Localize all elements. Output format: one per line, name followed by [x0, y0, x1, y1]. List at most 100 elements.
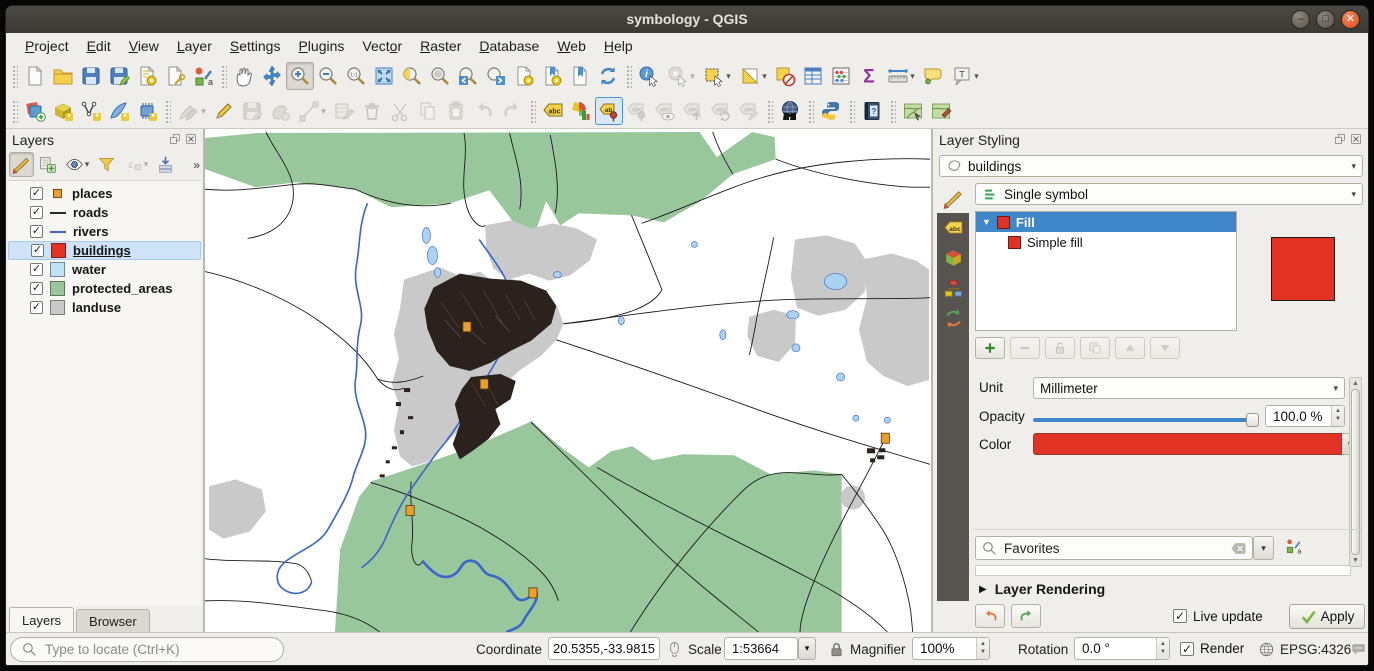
- statistical-summary-button[interactable]: Σ: [855, 62, 883, 90]
- plugin-map-1-button[interactable]: [899, 97, 927, 125]
- coordinate-input[interactable]: 20.5355,-33.9815: [548, 637, 660, 660]
- scroll-down-icon[interactable]: ▼: [1352, 557, 1359, 564]
- style-manager-button[interactable]: a: [189, 62, 217, 90]
- menu-raster[interactable]: Raster: [411, 35, 470, 57]
- opacity-slider-handle[interactable]: [1246, 413, 1259, 427]
- add-symbol-layer-button[interactable]: [975, 337, 1005, 359]
- multiedit-attributes-button[interactable]: [330, 97, 358, 125]
- chevron-down-icon[interactable]: ▾: [690, 71, 695, 82]
- expand-arrow-icon[interactable]: ▼: [982, 217, 991, 227]
- layer-item-buildings[interactable]: ✓buildings: [8, 241, 201, 260]
- float-panel-button[interactable]: [169, 132, 181, 148]
- measure-button[interactable]: ▾: [883, 62, 919, 90]
- styling-tab-diagrams[interactable]: [937, 273, 969, 303]
- new-project-button[interactable]: [21, 62, 49, 90]
- chevron-down-icon[interactable]: ▾: [85, 159, 90, 170]
- data-source-manager-button[interactable]: [21, 97, 49, 125]
- zoom-out-button[interactable]: [314, 62, 342, 90]
- toolbar-grip[interactable]: [11, 99, 18, 123]
- new-spatialite-layer-button[interactable]: **: [105, 97, 133, 125]
- window-close-button[interactable]: ✕: [1341, 10, 1360, 29]
- scroll-thumb[interactable]: [1351, 389, 1360, 555]
- symbol-tree-item[interactable]: ▼Fill: [976, 212, 1236, 232]
- menu-settings[interactable]: Settings: [221, 35, 290, 57]
- highlight-pinned-labels-button[interactable]: abc: [623, 97, 651, 125]
- new-geopackage-layer-button[interactable]: **: [49, 97, 77, 125]
- move-down-button[interactable]: [1150, 337, 1180, 359]
- layer-checkbox[interactable]: ✓: [31, 244, 44, 257]
- layer-checkbox[interactable]: ✓: [30, 301, 43, 314]
- layer-item-rivers[interactable]: ✓rivers: [8, 222, 201, 241]
- undo-style-button[interactable]: [975, 604, 1005, 628]
- show-bookmarks-button[interactable]: [566, 62, 594, 90]
- change-label-button[interactable]: abc: [735, 97, 763, 125]
- zoom-to-selection-button[interactable]: [398, 62, 426, 90]
- copy-features-button[interactable]: [414, 97, 442, 125]
- toolbar-grip[interactable]: [529, 99, 536, 123]
- layer-diagram-button[interactable]: [567, 97, 595, 125]
- zoom-to-layer-button[interactable]: [426, 62, 454, 90]
- close-panel-button[interactable]: [1350, 132, 1362, 148]
- more-tools-button[interactable]: »: [193, 158, 200, 172]
- toolbar-grip[interactable]: [766, 99, 773, 123]
- chevron-down-icon[interactable]: ▾: [726, 71, 731, 82]
- new-print-layout-button[interactable]: [133, 62, 161, 90]
- layer-item-protected_areas[interactable]: ✓protected_areas: [8, 279, 201, 298]
- toolbar-grip[interactable]: [11, 64, 18, 88]
- lock-icon[interactable]: [828, 641, 845, 658]
- window-minimize-button[interactable]: –: [1291, 10, 1310, 29]
- add-group-button[interactable]: [35, 152, 60, 177]
- map-themes-button[interactable]: ▾: [61, 152, 93, 177]
- styling-tab-symbology[interactable]: [937, 183, 969, 213]
- layer-item-places[interactable]: ✓places: [8, 184, 201, 203]
- refresh-button[interactable]: [594, 62, 622, 90]
- new-shapefile-layer-button[interactable]: **: [77, 97, 105, 125]
- deselect-all-button[interactable]: [771, 62, 799, 90]
- filter-legend-button[interactable]: [94, 152, 119, 177]
- select-by-value-button[interactable]: ▾: [735, 62, 771, 90]
- render-checkbox[interactable]: ✓ Render: [1180, 641, 1244, 656]
- styling-tab-history[interactable]: [937, 303, 969, 333]
- spin-arrows[interactable]: ▲▼: [1331, 406, 1344, 426]
- menu-project[interactable]: Project: [16, 35, 78, 57]
- styling-tab-3d-view[interactable]: [937, 243, 969, 273]
- mouse-extents-icon[interactable]: [666, 641, 683, 658]
- window-maximize-button[interactable]: □: [1316, 10, 1335, 29]
- messages-icon[interactable]: [1350, 641, 1367, 658]
- renderer-combo[interactable]: Single symbol ▾: [975, 183, 1363, 205]
- remove-symbol-layer-button[interactable]: [1010, 337, 1040, 359]
- layer-checkbox[interactable]: ✓: [30, 206, 43, 219]
- toolbar-grip[interactable]: [889, 99, 896, 123]
- show-hide-labels-button[interactable]: abc: [651, 97, 679, 125]
- field-calculator-button[interactable]: [827, 62, 855, 90]
- symbol-tree-item[interactable]: Simple fill: [976, 232, 1236, 252]
- chevron-down-icon[interactable]: ▾: [321, 106, 326, 117]
- chevron-down-icon[interactable]: ▾: [762, 71, 767, 82]
- opacity-slider[interactable]: [1033, 413, 1259, 427]
- tab-browser[interactable]: Browser: [76, 609, 150, 632]
- chevron-down-icon[interactable]: ▾: [201, 106, 206, 117]
- save-project-button[interactable]: [77, 62, 105, 90]
- menu-database[interactable]: Database: [470, 35, 548, 57]
- menu-help[interactable]: Help: [595, 35, 642, 57]
- text-annotation-button[interactable]: T▾: [947, 62, 983, 90]
- styling-tab-labels[interactable]: abc: [937, 213, 969, 243]
- titlebar[interactable]: symbology - QGIS –□✕: [6, 6, 1368, 33]
- spin-arrows[interactable]: ▲▼: [976, 638, 989, 659]
- styling-scrollbar[interactable]: ▲ ▼: [1349, 377, 1362, 567]
- layer-checkbox[interactable]: ✓: [30, 282, 43, 295]
- plugin-map-2-button[interactable]: [927, 97, 955, 125]
- color-button[interactable]: ▾: [1033, 433, 1359, 455]
- pan-to-selection-button[interactable]: [258, 62, 286, 90]
- save-edits-button[interactable]: [238, 97, 266, 125]
- help-contents-button[interactable]: ?: [858, 97, 886, 125]
- style-manager-icon[interactable]: a: [1285, 538, 1305, 558]
- chevron-down-icon[interactable]: ▾: [910, 71, 915, 82]
- unit-combo[interactable]: Millimeter ▾: [1033, 377, 1345, 399]
- menu-plugins[interactable]: Plugins: [289, 35, 353, 57]
- paste-features-button[interactable]: [442, 97, 470, 125]
- clear-icon[interactable]: [1230, 540, 1247, 557]
- checkbox-check[interactable]: ✓: [1173, 609, 1187, 623]
- layer-item-water[interactable]: ✓water: [8, 260, 201, 279]
- close-panel-button[interactable]: [185, 132, 197, 148]
